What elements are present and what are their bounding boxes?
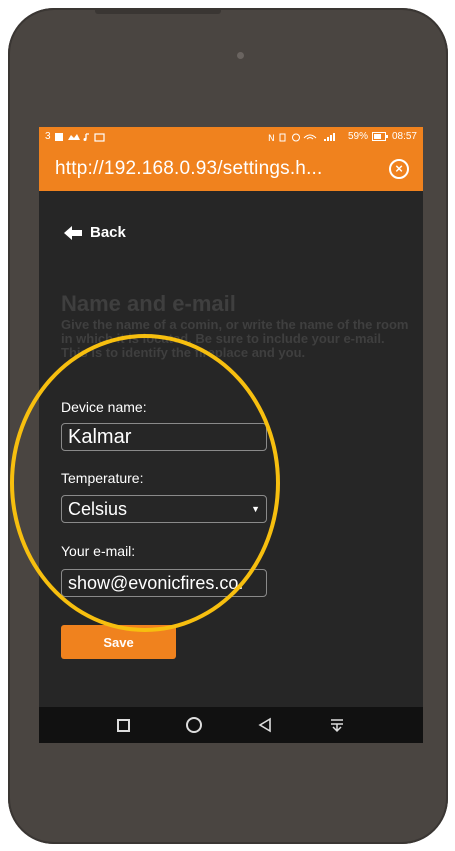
- email-label: Your e-mail:: [61, 543, 136, 559]
- temperature-value: Celsius: [68, 498, 128, 519]
- nfc-vibrate-alarm-wifi-icons: N: [268, 132, 335, 142]
- dropdown-caret-icon: ▼: [251, 504, 260, 514]
- temperature-label: Temperature:: [61, 470, 144, 486]
- back-arrow-icon: [64, 225, 82, 240]
- phone-notch: [95, 8, 221, 14]
- battery-percent: 59%: [347, 131, 368, 142]
- svg-text:N: N: [268, 134, 275, 142]
- status-bar: 3 N 59% 08:57: [39, 127, 423, 146]
- device-name-input[interactable]: Kalmar: [61, 423, 267, 451]
- home-icon[interactable]: [185, 717, 202, 733]
- camera-dot: [237, 52, 244, 59]
- back-label: Back: [90, 224, 126, 241]
- recent-apps-icon[interactable]: [116, 718, 130, 732]
- save-button[interactable]: Save: [61, 625, 176, 659]
- screen: 3 N 59% 08:57 http://192.168.0.93/settin…: [39, 127, 423, 743]
- back-triangle-icon[interactable]: [257, 717, 273, 733]
- back-button[interactable]: Back: [64, 224, 126, 241]
- section-title: Name and e-mail: [61, 291, 236, 316]
- carrier-indicator: 3: [45, 131, 51, 142]
- browser-url-bar[interactable]: http://192.168.0.93/settings.h... ×: [39, 146, 423, 191]
- url-text[interactable]: http://192.168.0.93/settings.h...: [55, 158, 323, 180]
- close-icon[interactable]: ×: [389, 158, 409, 179]
- android-nav-bar: [39, 707, 423, 743]
- device-name-label: Device name:: [61, 399, 147, 415]
- notification-pulldown-icon[interactable]: [329, 717, 345, 733]
- notification-icons: [54, 132, 105, 142]
- email-input[interactable]: show@evonicfires.co.: [61, 569, 267, 597]
- temperature-select[interactable]: Celsius ▼: [61, 495, 267, 523]
- battery-icon: [371, 132, 388, 141]
- clock: 08:57: [391, 131, 417, 142]
- section-description: Give the name of a comin, or write the n…: [61, 317, 409, 360]
